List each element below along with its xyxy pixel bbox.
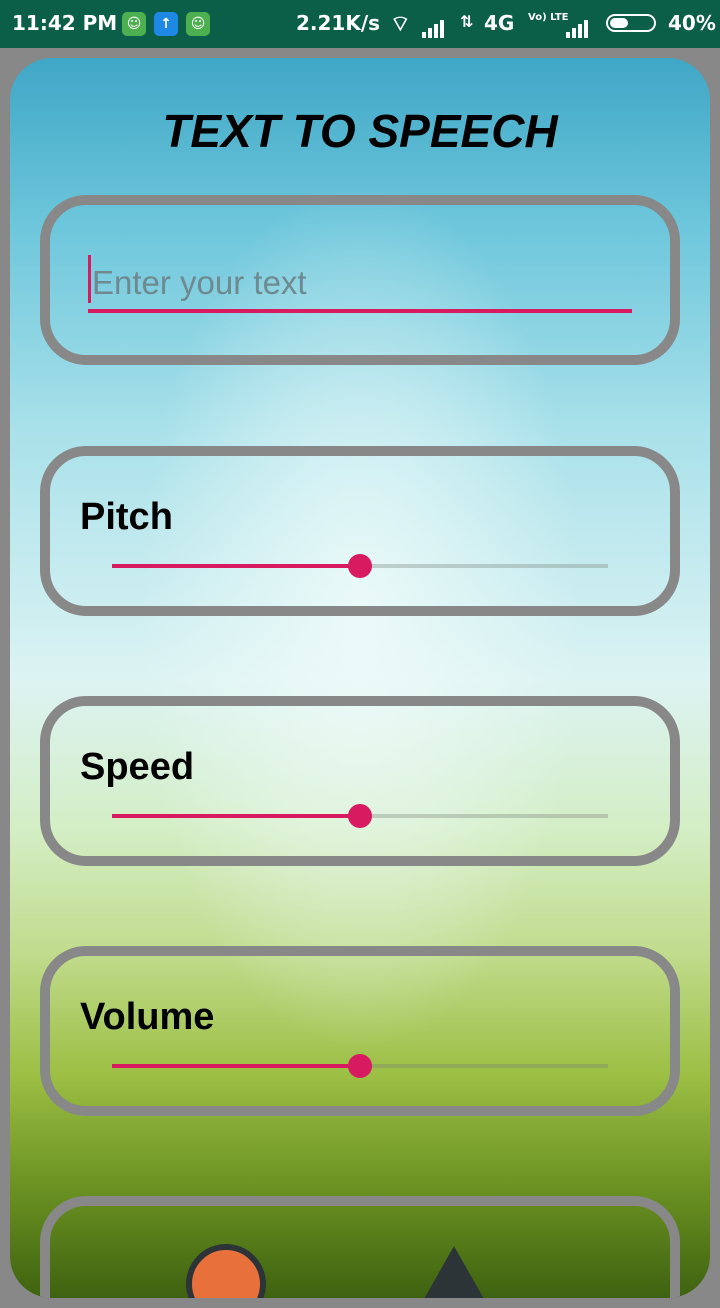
battery-icon xyxy=(606,14,656,32)
volume-label: Volume xyxy=(80,996,215,1038)
network-type: 4G xyxy=(484,11,515,35)
page-title: TEXT TO SPEECH xyxy=(162,105,558,157)
data-arrows-icon: ⇅ xyxy=(460,12,474,31)
pitch-card: Pitch xyxy=(40,446,680,616)
net-speed: 2.21K/s xyxy=(296,11,381,35)
status-bar: 11:42 PM ☺ ↑ ☺ 2.21K/s ⌔ ⇅ 4G Vo) LTE 40… xyxy=(0,0,720,48)
pitch-slider[interactable] xyxy=(112,554,608,578)
volume-slider[interactable] xyxy=(112,1054,608,1078)
volume-slider-fill xyxy=(112,1064,360,1068)
status-time: 11:42 PM xyxy=(12,11,118,35)
upload-icon: ↑ xyxy=(154,12,178,36)
volte-icon: Vo) LTE xyxy=(528,12,569,23)
volume-card: Volume xyxy=(40,946,680,1116)
game-icon: ☺ xyxy=(122,12,146,36)
wifi-icon: ⌔ xyxy=(390,12,411,37)
volume-slider-thumb[interactable] xyxy=(348,1054,372,1078)
caret-up-icon[interactable] xyxy=(420,1246,488,1298)
battery-percent: 40% xyxy=(668,11,716,35)
game-icon: ☺ xyxy=(186,12,210,36)
actions-card xyxy=(40,1196,680,1298)
pitch-slider-thumb[interactable] xyxy=(348,554,372,578)
text-input[interactable] xyxy=(88,257,632,313)
speed-slider-fill xyxy=(112,814,360,818)
speed-label: Speed xyxy=(80,746,195,788)
signal-icon xyxy=(422,14,446,38)
app-screen: TEXT TO SPEECH Pitch Speed Volume xyxy=(0,48,720,1308)
speak-button[interactable] xyxy=(186,1244,266,1298)
speed-card: Speed xyxy=(40,696,680,866)
speed-slider[interactable] xyxy=(112,804,608,828)
app-frame: TEXT TO SPEECH Pitch Speed Volume xyxy=(0,48,720,1308)
pitch-slider-fill xyxy=(112,564,360,568)
text-input-card xyxy=(40,195,680,365)
speed-slider-thumb[interactable] xyxy=(348,804,372,828)
signal-icon xyxy=(566,14,590,38)
text-caret xyxy=(88,255,91,303)
pitch-label: Pitch xyxy=(80,496,173,538)
